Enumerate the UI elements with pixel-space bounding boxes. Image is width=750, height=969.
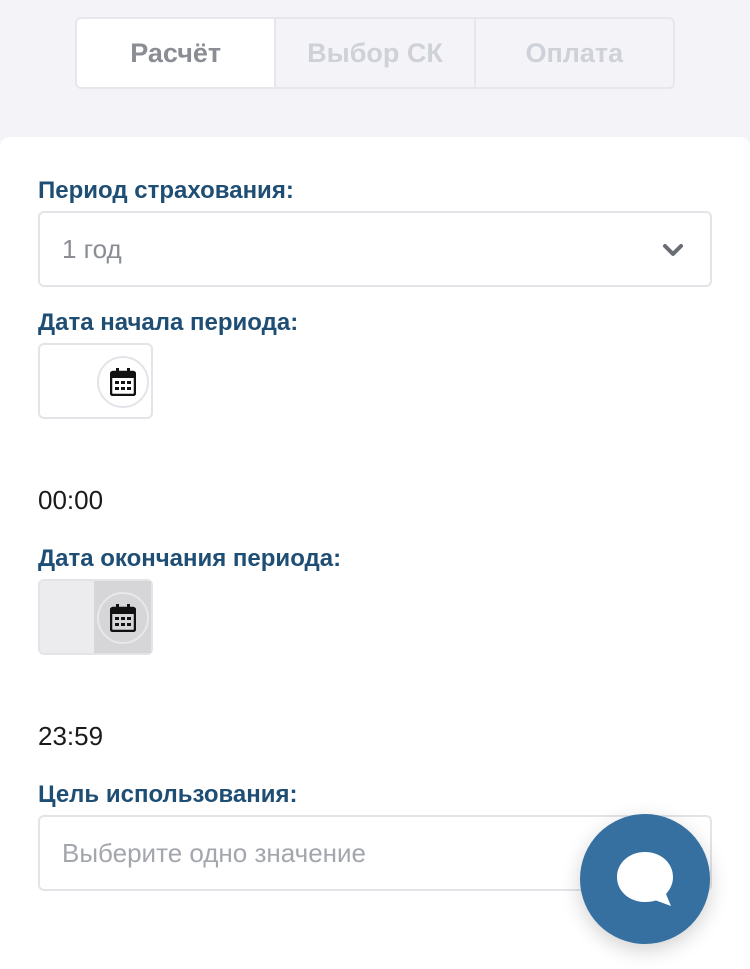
end-date-label: Дата окончания периода: [38,545,342,572]
chat-button[interactable] [580,814,710,944]
chevron-down-icon [663,244,683,256]
tab-payment[interactable]: Оплата [476,19,673,87]
tab-calculation[interactable]: Расчёт [77,19,277,87]
start-date-field[interactable] [38,343,153,419]
start-date-label: Дата начала периода: [38,309,299,336]
end-calendar-button[interactable] [97,592,149,644]
period-select[interactable]: 1 год [38,211,712,287]
purpose-label: Цель использования: [38,781,298,808]
end-date-field[interactable] [38,579,153,655]
chat-icon [617,852,673,906]
calendar-icon [110,604,136,632]
period-value: 1 год [62,233,122,264]
start-time: 00:00 [38,485,104,515]
purpose-placeholder: Выберите одно значение [62,837,366,868]
start-calendar-button[interactable] [97,356,149,408]
step-tabs: Расчёт Выбор СК Оплата [75,17,675,89]
end-time: 23:59 [38,721,104,751]
tab-choose-insurer[interactable]: Выбор СК [276,19,476,87]
period-label: Период страхования: [38,177,294,204]
calendar-icon [110,368,136,396]
